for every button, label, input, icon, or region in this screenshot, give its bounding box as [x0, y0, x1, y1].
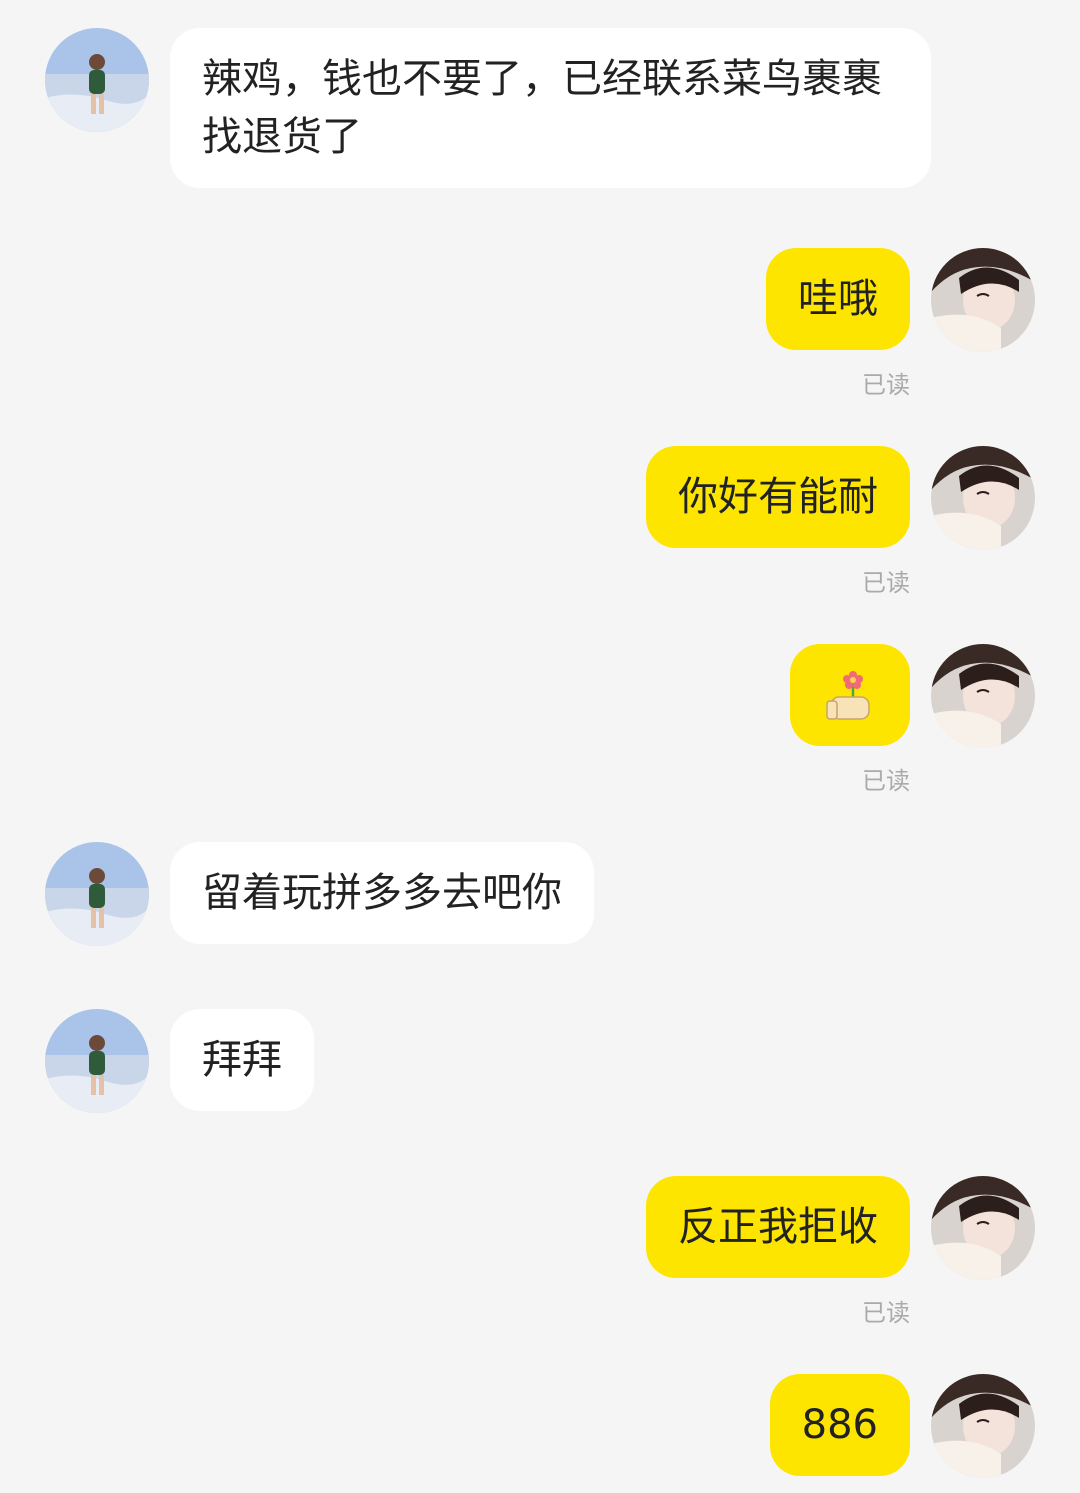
my-avatar[interactable] — [931, 446, 1035, 550]
selfie-photo-icon — [931, 1176, 1035, 1280]
incoming-message[interactable]: 辣鸡，钱也不要了，已经联系菜鸟裹裹找退货了 — [170, 28, 931, 188]
outgoing-message[interactable]: 你好有能耐 — [646, 446, 910, 548]
selfie-photo-icon — [931, 446, 1035, 550]
incoming-message[interactable]: 留着玩拼多多去吧你 — [170, 842, 594, 944]
contact-avatar[interactable] — [45, 842, 149, 946]
selfie-photo-icon — [931, 1374, 1035, 1478]
my-avatar[interactable] — [931, 248, 1035, 352]
beach-photo-icon — [45, 28, 149, 132]
beach-photo-icon — [45, 1009, 149, 1113]
my-avatar[interactable] — [931, 1374, 1035, 1478]
read-status: 已读 — [862, 569, 910, 597]
my-avatar[interactable] — [931, 644, 1035, 748]
hand-holding-flower-emoji-icon — [826, 671, 870, 720]
outgoing-message[interactable]: 反正我拒收 — [646, 1176, 910, 1278]
outgoing-message[interactable]: 哇哦 — [766, 248, 910, 350]
beach-photo-icon — [45, 842, 149, 946]
read-status: 已读 — [862, 767, 910, 795]
read-status: 已读 — [862, 371, 910, 399]
read-status: 已读 — [862, 1299, 910, 1327]
outgoing-message[interactable]: 886 — [769, 1374, 910, 1476]
selfie-photo-icon — [931, 644, 1035, 748]
incoming-message[interactable]: 拜拜 — [170, 1009, 314, 1111]
my-avatar[interactable] — [931, 1176, 1035, 1280]
outgoing-emoji-message[interactable] — [790, 644, 910, 746]
contact-avatar[interactable] — [45, 1009, 149, 1113]
selfie-photo-icon — [931, 248, 1035, 352]
contact-avatar[interactable] — [45, 28, 149, 132]
